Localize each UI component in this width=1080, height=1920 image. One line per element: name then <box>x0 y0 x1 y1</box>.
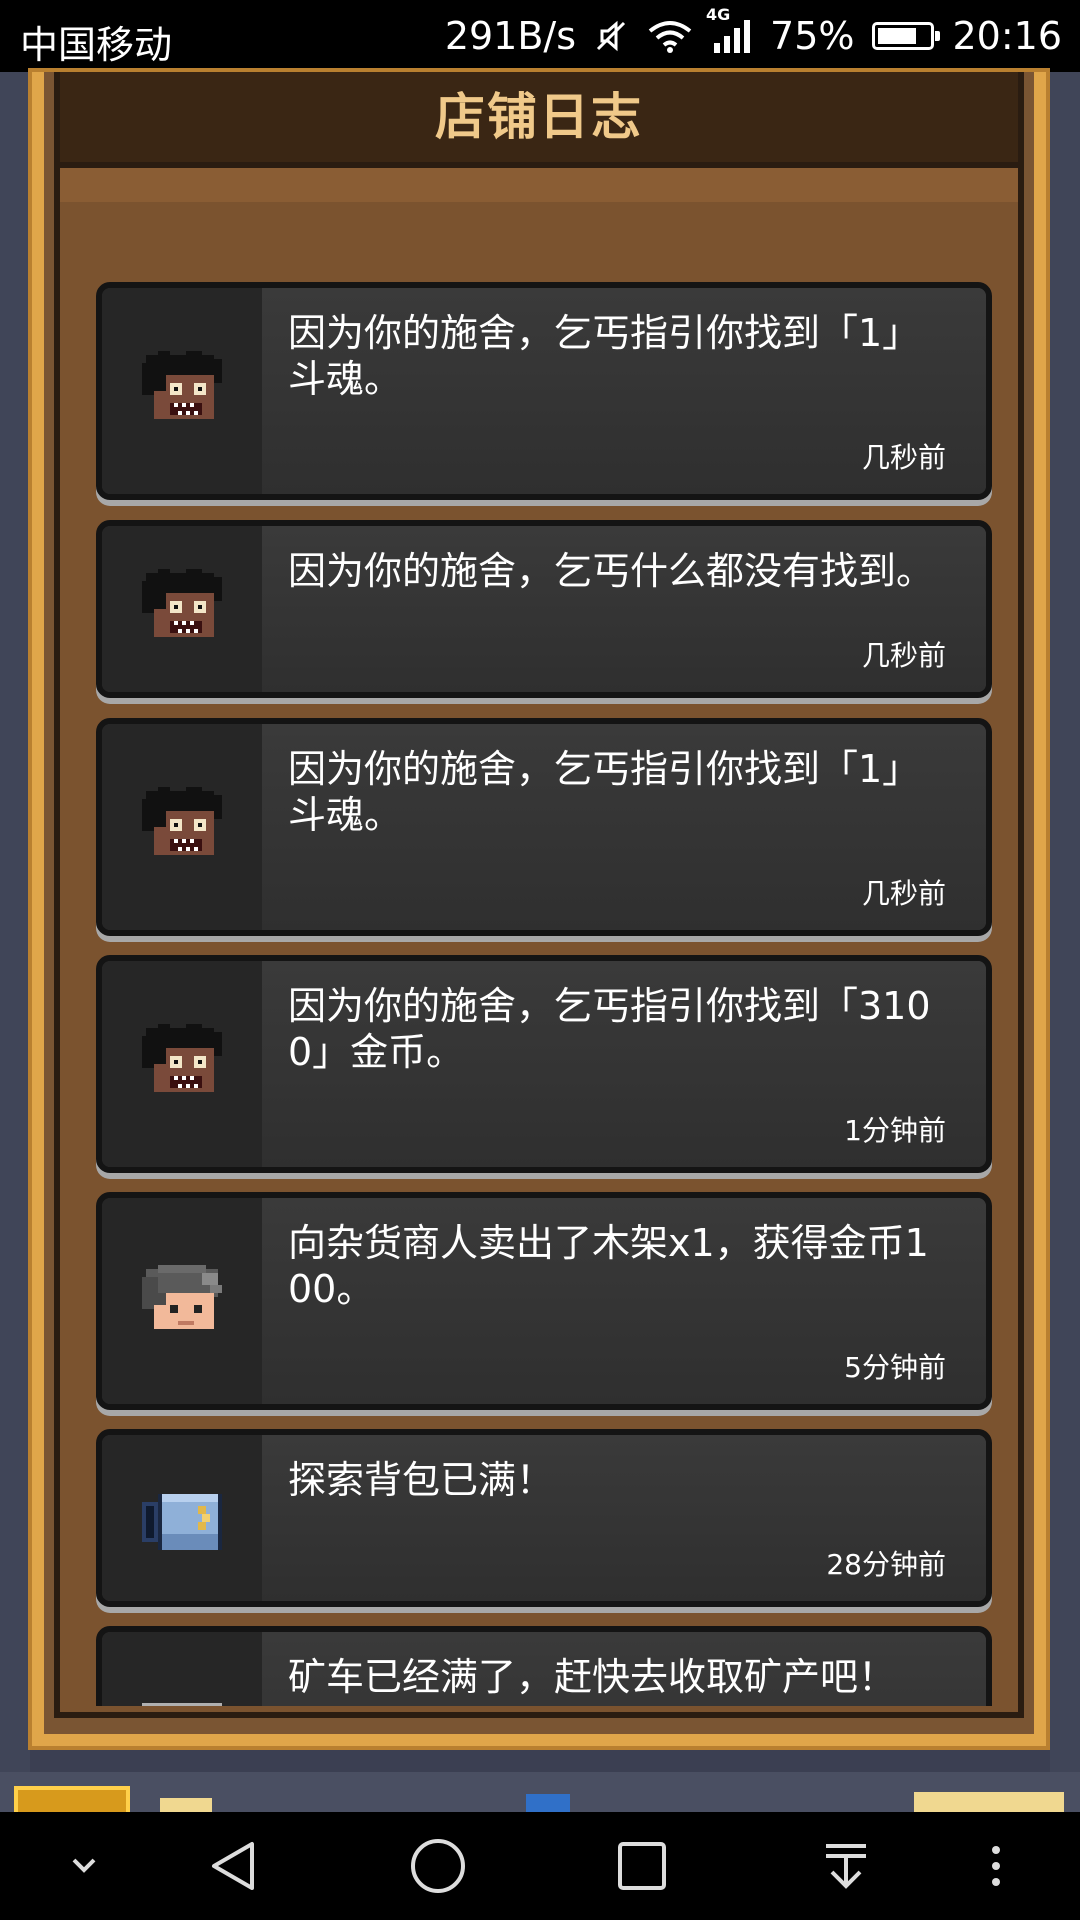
log-entry-time: 28分钟前 <box>826 1548 946 1581</box>
status-bar: 中国移动 291B/s 4G 75% 20:16 <box>0 0 1080 72</box>
log-entry[interactable]: 矿车已经满了，赶快去收取矿产吧！36分钟前 <box>96 1626 992 1706</box>
log-entry[interactable]: 因为你的施舍，乞丐指引你找到「1」斗魂。几秒前 <box>96 282 992 500</box>
beggar-icon <box>102 724 262 930</box>
log-entry-body: 因为你的施舍，乞丐什么都没有找到。几秒前 <box>262 526 986 692</box>
clock: 20:16 <box>952 14 1062 58</box>
log-entry[interactable]: 因为你的施舍，乞丐指引你找到「3100」金币。 1分钟前 <box>96 955 992 1173</box>
log-entry-message: 向杂货商人卖出了木架x1，获得金币100。 <box>288 1221 929 1311</box>
log-entry-time: 几秒前 <box>861 441 946 474</box>
signal-icon: 4G <box>706 5 752 53</box>
beggar-icon <box>102 288 262 494</box>
log-entry-body: 因为你的施舍，乞丐指引你找到「1」斗魂。几秒前 <box>262 724 986 930</box>
log-entry-time: 1分钟前 <box>844 1114 946 1147</box>
recents-icon[interactable] <box>582 1812 702 1920</box>
log-entry[interactable]: 探索背包已满！ 28分钟前 <box>96 1429 992 1607</box>
log-entry-body: 矿车已经满了，赶快去收取矿产吧！36分钟前 <box>262 1632 986 1706</box>
wifi-icon <box>646 19 694 53</box>
log-entry-message: 因为你的施舍，乞丐什么都没有找到。 <box>288 549 935 593</box>
network-type: 4G <box>706 5 731 24</box>
beggar-icon <box>102 961 262 1167</box>
shop-log-inner: 店铺日志 因为你的施舍，乞丐指引你找到「1」斗魂。 几秒前 因为你的施舍，乞丐什么都… <box>54 72 1024 1718</box>
mine-cart-icon <box>102 1632 262 1706</box>
log-entry-body: 因为你的施舍，乞丐指引你找到「1」斗魂。几秒前 <box>262 288 986 494</box>
backpack-icon <box>102 1435 262 1601</box>
log-entry-body: 向杂货商人卖出了木架x1，获得金币100。 5分钟前 <box>262 1198 986 1404</box>
log-entry[interactable]: 向杂货商人卖出了木架x1，获得金币100。 5分钟前 <box>96 1192 992 1410</box>
merchant-icon <box>102 1198 262 1404</box>
mute-icon <box>594 19 628 53</box>
carrier-name: 中国移动 <box>20 23 173 67</box>
more-icon[interactable] <box>936 1812 1056 1920</box>
log-entry[interactable]: 因为你的施舍，乞丐什么都没有找到。几秒前 <box>96 520 992 698</box>
log-entry-time: 5分钟前 <box>844 1351 946 1384</box>
battery-icon <box>872 22 941 50</box>
log-entry-time: 几秒前 <box>861 877 946 910</box>
back-icon[interactable] <box>174 1812 294 1920</box>
log-entry-body: 探索背包已满！ 28分钟前 <box>262 1435 986 1601</box>
battery-percent: 75% <box>770 14 855 58</box>
log-entry-message: 矿车已经满了，赶快去收取矿产吧！ <box>288 1655 897 1699</box>
bottom-tab-strip <box>0 1772 1080 1822</box>
log-entry-time: 几秒前 <box>861 639 946 672</box>
page-title: 店铺日志 <box>60 72 1018 168</box>
bottom-tab-3[interactable] <box>526 1794 570 1814</box>
chevron-down-icon[interactable] <box>24 1812 144 1920</box>
log-entry-message: 因为你的施舍，乞丐指引你找到「1」斗魂。 <box>288 747 921 837</box>
home-icon[interactable] <box>378 1812 498 1920</box>
download-icon[interactable] <box>786 1812 906 1920</box>
log-entry-message: 探索背包已满！ <box>288 1458 555 1502</box>
shop-log-panel: 店铺日志 因为你的施舍，乞丐指引你找到「1」斗魂。 几秒前 因为你的施舍，乞丐什么都… <box>32 72 1046 1746</box>
title-band <box>60 168 1018 202</box>
background-right <box>1050 72 1080 1772</box>
background-left <box>0 72 30 1772</box>
log-entry-message: 因为你的施舍，乞丐指引你找到「1」斗魂。 <box>288 311 921 401</box>
log-entry-message: 因为你的施舍，乞丐指引你找到「3100」金币。 <box>288 984 931 1074</box>
beggar-icon <box>102 526 262 692</box>
log-entry[interactable]: 因为你的施舍，乞丐指引你找到「1」斗魂。几秒前 <box>96 718 992 936</box>
log-entry-body: 因为你的施舍，乞丐指引你找到「3100」金币。 1分钟前 <box>262 961 986 1167</box>
navigation-bar <box>0 1812 1080 1920</box>
net-speed: 291B/s <box>444 14 577 58</box>
log-list[interactable]: 因为你的施舍，乞丐指引你找到「1」斗魂。 几秒前 因为你的施舍，乞丐什么都没有找到。… <box>96 202 992 1706</box>
